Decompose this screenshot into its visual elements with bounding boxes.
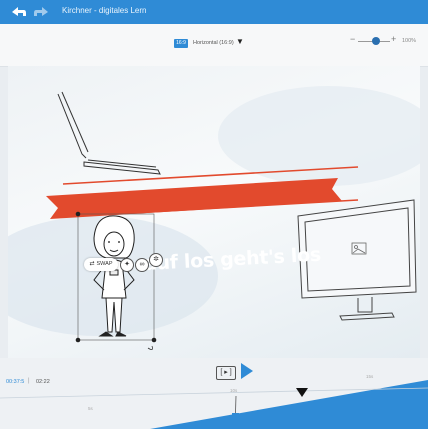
walk-icon: ✦ bbox=[124, 261, 130, 268]
swap-icon: ⇄ bbox=[89, 261, 95, 267]
timeline-track[interactable] bbox=[0, 358, 428, 429]
play-icon[interactable] bbox=[240, 362, 254, 380]
playhead-marker-icon[interactable] bbox=[296, 388, 308, 398]
app-header: Kirchner - digitales Lern bbox=[0, 0, 428, 24]
scene-canvas[interactable]: auf los geht's los ⇄ SWAP ✦ ∞ ✲ bbox=[8, 66, 420, 358]
orientation-badge[interactable]: 16:9 bbox=[174, 39, 188, 48]
current-time: 00:37:5 bbox=[6, 379, 25, 385]
rotate-handle-icon bbox=[147, 345, 153, 350]
redo-icon[interactable] bbox=[32, 4, 50, 20]
swap-button[interactable]: ⇄ SWAP bbox=[84, 258, 118, 271]
walk-action-button[interactable]: ✦ bbox=[120, 258, 134, 272]
total-time: 02:22 bbox=[36, 379, 50, 385]
zoom-in-button[interactable]: + bbox=[391, 34, 396, 44]
swap-label: SWAP bbox=[96, 261, 113, 267]
bike-icon: ∞ bbox=[139, 261, 145, 268]
caret-down-icon[interactable]: ▼ bbox=[236, 37, 244, 46]
zoom-out-button[interactable]: − bbox=[350, 34, 355, 44]
timeline-tick: 10s bbox=[230, 388, 238, 393]
resize-handle-br bbox=[151, 337, 157, 343]
timeline-tick: 15s bbox=[366, 374, 374, 379]
bike-action-button[interactable]: ∞ bbox=[135, 258, 149, 272]
back-arrow-icon[interactable] bbox=[10, 4, 28, 20]
laptop-illustration bbox=[57, 91, 161, 175]
timeline-tick: 5s bbox=[88, 406, 93, 411]
toolbar: 16:9 Horizontal (16:9) ▼ − + 100% bbox=[0, 24, 428, 67]
settings-button[interactable]: ✲ bbox=[149, 253, 163, 267]
resize-handle-bl bbox=[75, 337, 81, 343]
settings-icon: ✲ bbox=[153, 256, 159, 263]
resize-handle-tl bbox=[75, 211, 81, 217]
scene-artwork bbox=[8, 86, 420, 350]
timeline-panel: [ ▸ ] 00:37:5 | 02:22 5s 10s 15s bbox=[0, 358, 428, 429]
title-banner bbox=[46, 178, 342, 219]
time-separator: | bbox=[28, 378, 30, 384]
zoom-value: 100% bbox=[402, 38, 417, 44]
orientation-select[interactable]: Horizontal (16:9) bbox=[193, 40, 234, 46]
zoom-slider-handle[interactable] bbox=[372, 37, 380, 45]
play-section-button[interactable]: [ ▸ ] bbox=[216, 366, 236, 380]
project-title: Kirchner - digitales Lern bbox=[62, 6, 147, 15]
